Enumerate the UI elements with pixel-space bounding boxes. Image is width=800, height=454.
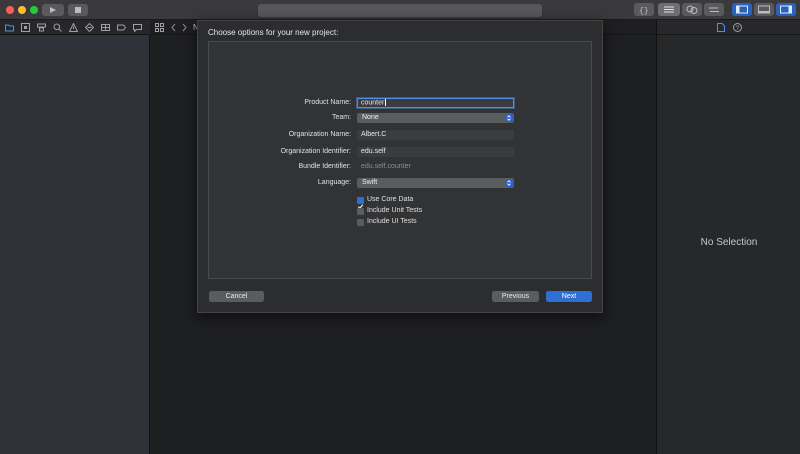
svg-text:{}: {} xyxy=(639,7,649,16)
zoom-window-button[interactable] xyxy=(30,6,38,14)
new-project-sheet: Choose options for your new project: Pro… xyxy=(197,20,603,313)
organization-identifier-field[interactable]: edu.self xyxy=(357,147,514,157)
right-panel-icon xyxy=(780,5,792,14)
bundle-identifier-label: Bundle Identifier: xyxy=(298,163,351,170)
svg-text:?: ? xyxy=(736,25,740,32)
folder-icon[interactable] xyxy=(5,23,14,32)
left-panel-icon xyxy=(736,5,748,14)
product-name-value: counter xyxy=(361,99,385,107)
toggle-debug-area-button[interactable] xyxy=(754,3,774,16)
text-cursor xyxy=(384,99,386,106)
product-name-field[interactable]: counter xyxy=(357,98,514,108)
lines-icon xyxy=(664,6,674,13)
product-name-label: Product Name: xyxy=(304,99,351,106)
navigator-tab-bar xyxy=(0,20,150,35)
xcode-window: {} N ? No Selection Choose options for y… xyxy=(0,0,800,454)
window-toolbar: {} xyxy=(0,0,800,20)
report-navigator-icon[interactable] xyxy=(133,23,142,32)
checkbox-box xyxy=(357,208,364,215)
chevron-left-icon[interactable] xyxy=(170,23,177,32)
toggle-inspector-button[interactable] xyxy=(776,3,796,16)
language-popup[interactable]: Swift xyxy=(357,178,514,188)
language-value: Swift xyxy=(362,179,378,186)
play-icon xyxy=(50,7,56,13)
arrows-icon xyxy=(709,7,719,12)
chevron-right-icon[interactable] xyxy=(181,23,188,32)
run-button[interactable] xyxy=(42,4,64,16)
checkmark-icon xyxy=(357,197,364,209)
braces-icon: {} xyxy=(639,7,649,16)
toggle-navigator-button[interactable] xyxy=(732,3,752,16)
stop-button[interactable] xyxy=(68,4,88,16)
debug-navigator-icon[interactable] xyxy=(101,23,110,32)
close-window-button[interactable] xyxy=(6,6,14,14)
updown-arrows-icon xyxy=(505,114,513,122)
previous-button[interactable]: Previous xyxy=(492,291,539,302)
inspector-panel: ? No Selection xyxy=(656,20,800,454)
issue-navigator-icon[interactable] xyxy=(69,23,78,32)
use-core-data-label: Use Core Data xyxy=(367,196,414,203)
language-label: Language: xyxy=(317,179,351,186)
related-items-icon[interactable] xyxy=(155,23,164,32)
code-review-button[interactable]: {} xyxy=(634,3,654,16)
checkbox-box xyxy=(357,219,364,226)
version-editor-button[interactable] xyxy=(704,3,724,16)
project-options-form: Product Name: counter Team: None Organiz… xyxy=(208,41,592,279)
cancel-button[interactable]: Cancel xyxy=(209,291,264,302)
symbol-navigator-icon[interactable] xyxy=(37,23,46,32)
team-label: Team: xyxy=(331,114,351,121)
organization-name-field[interactable]: Albert.C xyxy=(357,130,514,140)
assistant-editor-button[interactable] xyxy=(682,3,702,16)
include-ui-tests-label: Include UI Tests xyxy=(367,218,417,225)
circles-icon xyxy=(686,5,698,14)
no-selection-label: No Selection xyxy=(700,237,758,248)
updown-arrows-icon xyxy=(505,179,513,187)
breakpoint-navigator-icon[interactable] xyxy=(117,23,126,32)
next-button[interactable]: Next xyxy=(546,291,592,302)
bundle-identifier-value: edu.self.counter xyxy=(361,163,411,170)
navigator-panel xyxy=(0,35,150,454)
bottom-panel-icon xyxy=(758,5,770,14)
organization-name-label: Organization Name: xyxy=(288,131,351,138)
minimize-window-button[interactable] xyxy=(18,6,26,14)
team-popup[interactable]: None xyxy=(357,113,514,123)
include-unit-tests-label: Include Unit Tests xyxy=(367,207,423,214)
file-inspector-icon[interactable] xyxy=(717,23,725,32)
stop-icon xyxy=(75,7,81,13)
quick-help-icon[interactable]: ? xyxy=(733,23,742,32)
inspector-tab-bar: ? xyxy=(657,20,800,35)
sheet-title: Choose options for your new project: xyxy=(208,28,339,37)
standard-editor-button[interactable] xyxy=(658,3,680,16)
test-navigator-icon[interactable] xyxy=(85,23,94,32)
find-navigator-icon[interactable] xyxy=(53,23,62,32)
activity-viewer xyxy=(258,4,542,17)
team-value: None xyxy=(362,114,379,121)
source-control-icon[interactable] xyxy=(21,23,30,32)
organization-identifier-label: Organization Identifier: xyxy=(280,148,351,155)
